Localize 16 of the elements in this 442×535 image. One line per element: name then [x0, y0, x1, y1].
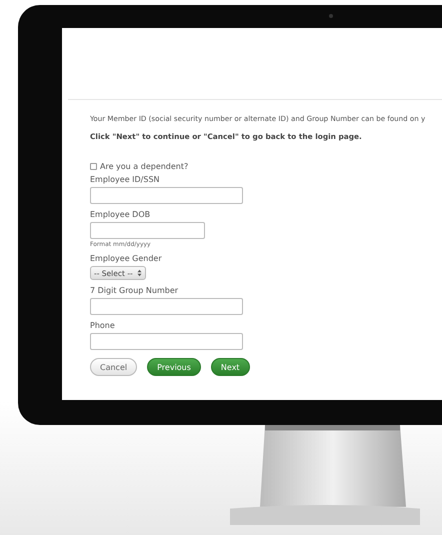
field-label: Employee ID/SSN [90, 175, 160, 185]
checkbox-label: Are you a dependent? [100, 162, 188, 171]
updown-arrows-icon [136, 269, 142, 277]
input-field[interactable] [90, 187, 243, 204]
field-label: Employee Gender [90, 254, 162, 264]
action-button[interactable]: Next [210, 358, 250, 376]
cancel-button[interactable]: Cancel [90, 358, 138, 376]
action-button[interactable]: Previous [147, 358, 201, 376]
field-label: 7 Digit Group Number [90, 286, 178, 296]
checkbox[interactable] [90, 163, 97, 170]
field-label: Phone [90, 321, 115, 331]
input-field[interactable] [90, 222, 205, 239]
camera-icon [329, 14, 333, 18]
input-field[interactable] [90, 333, 243, 350]
field-label: Employee DOB [90, 210, 150, 220]
input-field[interactable] [90, 298, 243, 315]
